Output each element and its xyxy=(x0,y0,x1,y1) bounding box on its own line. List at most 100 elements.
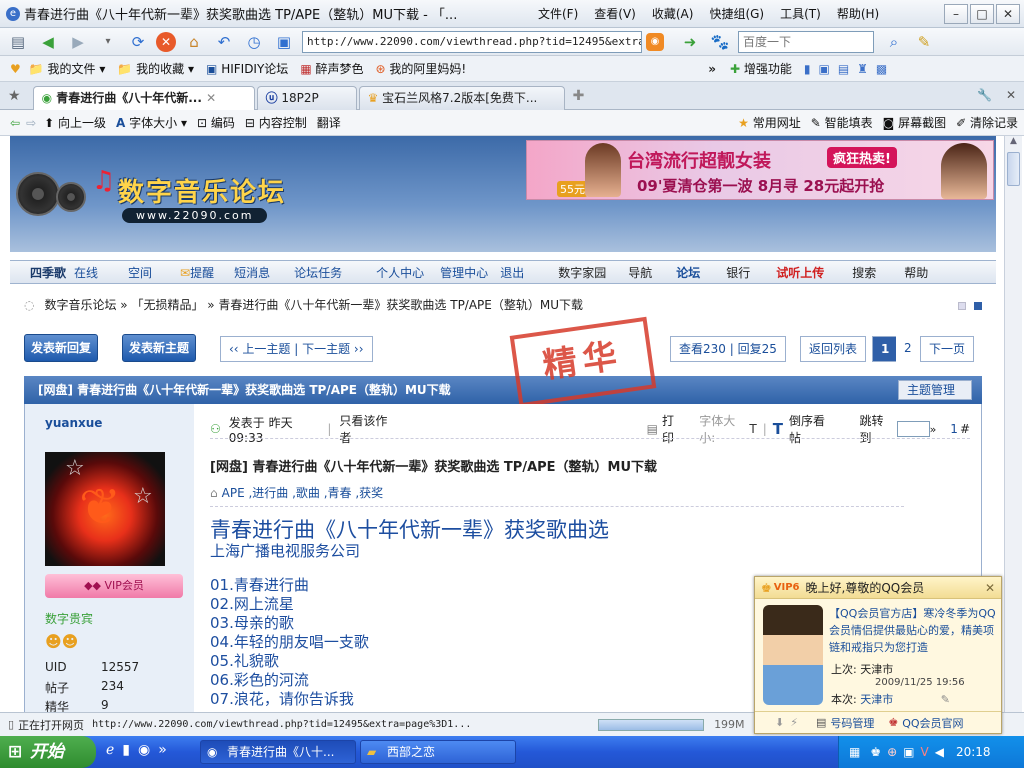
nav-bank[interactable]: 银行 xyxy=(726,264,750,281)
qq-close-icon[interactable]: ✕ xyxy=(985,581,995,595)
encoding-button[interactable]: ⊡ 编码 xyxy=(197,114,235,131)
address-field[interactable]: http://www.22090.com/viewthread.php?tid=… xyxy=(302,30,642,53)
clock[interactable]: 20:18 xyxy=(956,736,991,768)
qq-number-manage-link[interactable]: 号码管理 xyxy=(830,715,874,731)
start-button[interactable]: ⊞ 开始 xyxy=(0,736,96,768)
stop-icon[interactable]: ✕ xyxy=(156,31,176,52)
nav-search[interactable]: 搜索 xyxy=(852,264,876,281)
ad-banner[interactable]: 55元 台湾流行超靓女装 疯狂热卖! 09'夏清仓第一波 8月寻 28元起开抢 xyxy=(526,140,994,200)
refresh-icon[interactable]: ⟳ xyxy=(126,31,150,53)
qq-message[interactable]: 【QQ会员官方店】寒冷冬季为QQ会员情侣提供最贴心的爱，精美项链和戒指只为您打造 xyxy=(829,605,999,656)
smart-fill-button[interactable]: ✎ 智能填表 xyxy=(811,114,873,131)
search-icon[interactable]: ⌕ xyxy=(882,31,906,53)
layout-toggle-icon[interactable] xyxy=(958,302,966,310)
scroll-up-arrow-icon[interactable]: ▲ xyxy=(1005,136,1022,150)
window-icon[interactable]: ▣ xyxy=(272,31,296,53)
antivirus-tray-icon[interactable]: V xyxy=(921,736,929,768)
qq-tray-icon[interactable]: ♚ xyxy=(870,736,881,768)
tool-icons[interactable]: ▮▣▤♜▩ xyxy=(804,62,895,76)
page-2-button[interactable]: 2 xyxy=(896,336,920,362)
nav-logout[interactable]: 退出 xyxy=(500,264,524,281)
scroll-thumb[interactable] xyxy=(1007,152,1020,186)
rss-icon[interactable]: ◉ xyxy=(646,32,664,51)
site-logo[interactable]: 数字音乐论坛 xyxy=(118,172,286,209)
nav-online[interactable]: 在线 xyxy=(74,264,98,281)
taskbar-item-browser[interactable]: ◉ 青春进行曲《八十... xyxy=(200,740,356,764)
nav-upload[interactable]: 试听上传 xyxy=(776,264,824,281)
close-button[interactable]: ✕ xyxy=(996,3,1020,24)
more-chevron-icon[interactable]: » xyxy=(708,62,716,76)
avatar[interactable]: ❦ ☆ ☆ xyxy=(45,452,165,566)
nav-admin-center[interactable]: 管理中心 xyxy=(440,264,488,281)
star-icon[interactable]: ★ xyxy=(8,88,21,104)
history-icon[interactable]: ◷ xyxy=(242,31,266,53)
nav-forum[interactable]: 论坛 xyxy=(676,264,700,281)
taskbar-item-folder[interactable]: ▰ 西部之恋 xyxy=(360,740,516,764)
menu-tools[interactable]: 工具(T) xyxy=(780,5,821,22)
menu-shortcuts[interactable]: 快捷组(G) xyxy=(709,5,764,22)
nav-messages[interactable]: 短消息 xyxy=(234,264,270,281)
screenshot-button[interactable]: ◙ 屏幕截图 xyxy=(883,114,946,131)
nav-digital-home[interactable]: 数字家园 xyxy=(558,264,606,281)
clear-history-button[interactable]: ✐ 清除记录 xyxy=(956,114,1018,131)
menu-help[interactable]: 帮助(H) xyxy=(837,5,879,22)
tab-18p2p[interactable]: ⓤ 18P2P xyxy=(256,86,357,110)
quick-launch-more-icon[interactable]: » xyxy=(158,742,167,758)
dropdown-icon[interactable]: ▾ xyxy=(96,31,120,53)
qq-member-site-link[interactable]: QQ会员官网 xyxy=(902,715,963,731)
maximize-button[interactable]: □ xyxy=(970,3,994,24)
volume-icon[interactable]: ◀ xyxy=(935,736,944,768)
page-1-button[interactable]: 1 xyxy=(872,336,899,362)
home-icon[interactable]: ⌂ xyxy=(182,31,206,53)
new-page-icon[interactable]: ▤ xyxy=(6,31,30,53)
up-level-button[interactable]: ⬆ 向上一级 xyxy=(44,114,106,131)
forward-icon[interactable]: ▶ xyxy=(66,31,90,53)
content-control-button[interactable]: ⊟ 内容控制 xyxy=(245,114,307,131)
fav-hifidiy[interactable]: ▣ HIFIDIY论坛 xyxy=(206,60,288,77)
nav-remind[interactable]: ✉提醒 xyxy=(180,264,214,281)
menu-favorites[interactable]: 收藏(A) xyxy=(652,5,694,22)
nav-guide[interactable]: 导航 xyxy=(628,264,652,281)
new-topic-button[interactable]: 发表新主题 xyxy=(122,334,197,362)
nav-help[interactable]: 帮助 xyxy=(904,264,928,281)
fav-my-files[interactable]: 📁 我的文件 ▾ xyxy=(29,60,106,77)
enhance-button[interactable]: ✚ 增强功能 xyxy=(730,60,792,77)
network-tray-icon[interactable]: ▣ xyxy=(903,736,914,768)
nav-space[interactable]: 空间 xyxy=(128,264,152,281)
heart-icon[interactable]: ♥ xyxy=(10,62,21,76)
media-icon[interactable]: ▮ xyxy=(122,742,130,758)
jump-go-icon[interactable]: » xyxy=(930,423,937,436)
translate-button[interactable]: 翻译 xyxy=(317,114,341,131)
highlight-icon[interactable]: ✎ xyxy=(912,31,936,53)
font-size-toggle[interactable]: T xyxy=(749,422,756,436)
ie-icon[interactable]: ℯ xyxy=(106,742,114,758)
undo-icon[interactable]: ↶ xyxy=(212,31,236,53)
prev-next-topic[interactable]: ‹‹ 上一主题 | 下一主题 ›› xyxy=(220,336,373,362)
tab-close-all-icon[interactable]: ✕ xyxy=(1006,88,1016,102)
only-author-link[interactable]: 只看该作者 xyxy=(339,412,392,446)
search-input[interactable]: 百度一下 xyxy=(738,30,874,53)
jump-input[interactable] xyxy=(897,421,930,437)
minimize-button[interactable]: – xyxy=(944,3,968,24)
back-to-list-button[interactable]: 返回列表 xyxy=(800,336,867,362)
next-page-button[interactable]: 下一页 xyxy=(920,336,975,362)
page-scrollbar[interactable]: ▲ xyxy=(1004,136,1022,712)
back-icon[interactable]: ◀ xyxy=(36,31,60,53)
tab-gem-theme[interactable]: ♛ 宝石兰风格7.2版本[免费下... xyxy=(358,86,565,110)
fav-my-collections[interactable]: 📁 我的收藏 ▾ xyxy=(117,60,194,77)
author-name[interactable]: yuanxue xyxy=(45,416,102,430)
nav-tasks[interactable]: 论坛任务 xyxy=(294,264,342,281)
tags-text[interactable]: APE ,进行曲 ,歌曲 ,青春 ,获奖 xyxy=(222,484,384,501)
print-icon[interactable]: ▤ xyxy=(647,422,658,436)
menu-file[interactable]: 文件(F) xyxy=(538,5,578,22)
nav-personal-center[interactable]: 个人中心 xyxy=(376,264,424,281)
fav-zuishengmengse[interactable]: ▦ 醉声梦色 xyxy=(300,60,363,77)
search-engine-icon[interactable]: 🐾 xyxy=(708,31,732,53)
fav-alimama[interactable]: ⊛ 我的阿里妈妈! xyxy=(376,60,467,77)
tab-current[interactable]: ◉ 青春进行曲《八十年代新... ✕ xyxy=(32,86,255,110)
back-small-icon[interactable]: ⇦ xyxy=(10,116,20,130)
forward-small-icon[interactable]: ⇨ xyxy=(26,116,36,130)
qq-footer-icons[interactable]: ⬇⚡ xyxy=(775,716,804,729)
nav-season-song[interactable]: 四季歌 xyxy=(30,264,66,281)
keyboard-icon[interactable]: ▦ xyxy=(849,736,860,768)
